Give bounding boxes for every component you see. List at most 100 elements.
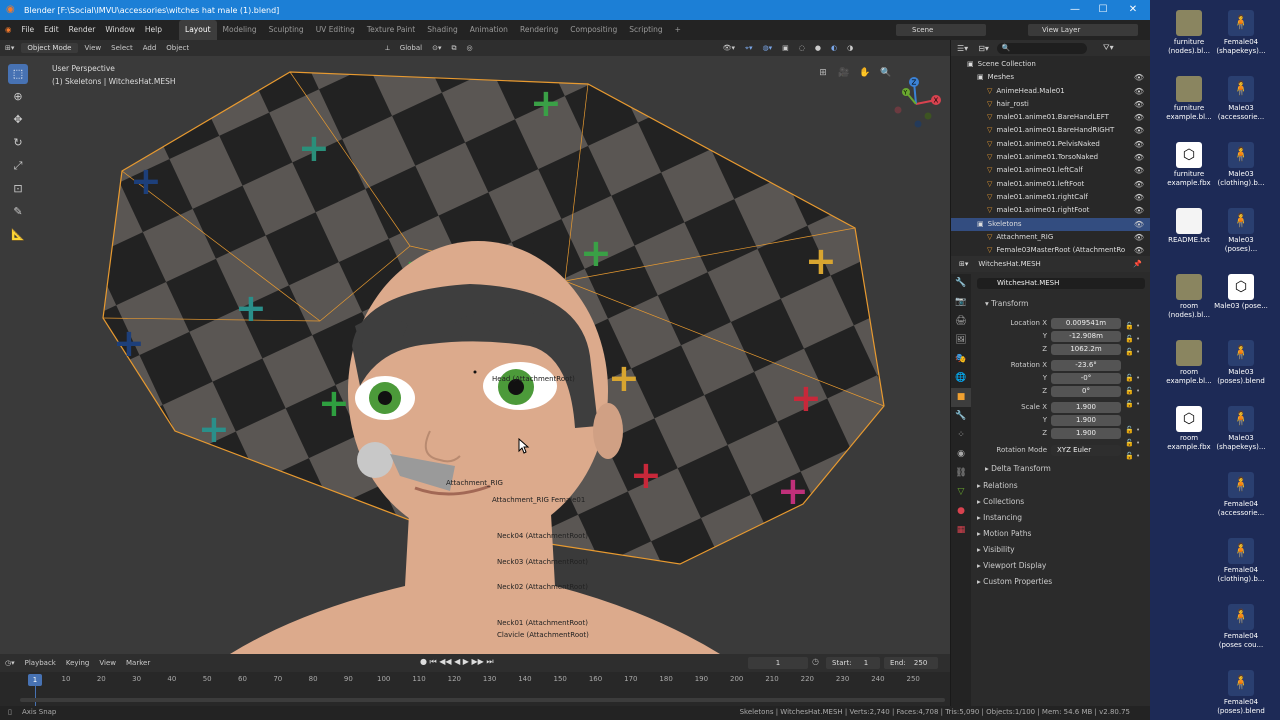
proportional-edit-icon[interactable]: ◎ bbox=[462, 44, 478, 52]
outliner-editor-icon[interactable]: ☰▾ bbox=[957, 44, 968, 53]
view-layer-tab-icon[interactable]: 🖼 bbox=[951, 331, 971, 350]
properties-panel-header[interactable]: ▸ Relations bbox=[973, 478, 1147, 494]
visibility-icon[interactable]: 👁▾ bbox=[718, 44, 740, 52]
workspace-tab-uv-editing[interactable]: UV Editing bbox=[310, 20, 361, 40]
properties-panel-header[interactable]: ▸ Collections bbox=[973, 494, 1147, 510]
timeline[interactable]: 10 20 30 40 50 60 70 80 90 100 110 120 130 140 150 160 1… bbox=[0, 672, 950, 706]
desktop-file-icon[interactable]: 🧍 Male03 (accessorie... bbox=[1212, 76, 1270, 121]
timeline-view-menu[interactable]: View bbox=[94, 659, 121, 667]
location-x-field[interactable]: 0.009541m bbox=[1051, 318, 1121, 329]
delta-transform-panel[interactable]: ▸ Delta Transform bbox=[973, 461, 1147, 477]
minimize-button[interactable]: — bbox=[1060, 0, 1090, 20]
scene-tab-icon[interactable]: 🎭 bbox=[951, 350, 971, 369]
cursor-tool-icon[interactable]: ⊕ bbox=[8, 87, 28, 107]
desktop-file-icon[interactable]: room example.bl... bbox=[1160, 340, 1218, 385]
object-name-field[interactable]: WitchesHat.MESH bbox=[977, 278, 1145, 289]
menu-edit[interactable]: Edit bbox=[39, 20, 64, 40]
outliner-row[interactable]: ▣ Skeletons 👁 bbox=[951, 217, 1150, 231]
properties-editor-icon[interactable]: ⊞▾ bbox=[959, 260, 968, 268]
filter-icon[interactable]: ⛛▾ bbox=[1103, 43, 1114, 53]
marker-menu[interactable]: Marker bbox=[121, 659, 155, 667]
outliner-row[interactable]: ▽ hair_rosti 👁 bbox=[951, 98, 1150, 111]
snap-icon[interactable]: ⧉ bbox=[447, 44, 462, 53]
workspace-tab-animation[interactable]: Animation bbox=[464, 20, 514, 40]
desktop-file-icon[interactable]: 🧍 Female04 (clothing).b... bbox=[1212, 538, 1270, 583]
outliner-row[interactable]: ▽ male01.anime01.rightFoot 👁 bbox=[951, 204, 1150, 217]
desktop-file-icon[interactable]: ⬡ furniture example.fbx bbox=[1160, 142, 1218, 187]
move-tool-icon[interactable]: ✥ bbox=[8, 110, 28, 130]
select-tool-icon[interactable]: ⬚ bbox=[8, 64, 28, 84]
pan-hand-icon[interactable]: ✋ bbox=[856, 64, 874, 82]
material-shading-icon[interactable]: ◐ bbox=[826, 44, 842, 52]
rotate-tool-icon[interactable]: ↻ bbox=[8, 133, 28, 153]
editor-type-icon[interactable]: ⊞▾ bbox=[0, 44, 19, 52]
workspace-tab-sculpting[interactable]: Sculpting bbox=[263, 20, 310, 40]
texture-tab-icon[interactable]: ▦ bbox=[951, 521, 971, 540]
visibility-eye-icon[interactable]: 👁 bbox=[1134, 124, 1144, 137]
orientation-dropdown[interactable]: Global bbox=[395, 44, 427, 52]
pin-icon[interactable]: 📌 bbox=[1133, 260, 1142, 268]
output-tab-icon[interactable]: 🖨 bbox=[951, 312, 971, 331]
properties-panel-header[interactable]: ▸ Custom Properties bbox=[973, 574, 1147, 590]
menu-help[interactable]: Help bbox=[140, 20, 167, 40]
desktop-file-icon[interactable]: 🧍 Male03 (shapekeys)... bbox=[1212, 406, 1270, 451]
render-tab-icon[interactable]: 📷 bbox=[951, 293, 971, 312]
mode-dropdown[interactable]: Object Mode bbox=[21, 43, 78, 53]
playhead[interactable]: 1 bbox=[28, 674, 42, 686]
rotation-mode-dropdown[interactable]: XYZ Euler bbox=[1051, 445, 1121, 456]
properties-panel-header[interactable]: ▸ Visibility bbox=[973, 542, 1147, 558]
xray-icon[interactable]: ▣ bbox=[777, 44, 794, 52]
rotation-x-field[interactable]: -23.6° bbox=[1051, 360, 1121, 371]
rotation-z-field[interactable]: 0° bbox=[1051, 386, 1121, 397]
keyframe-dots[interactable]: 🔓 • 🔓 • 🔓 • 🔓 • 🔓 • 🔓 • 🔓 • 🔓 • 🔓 • bbox=[1125, 320, 1140, 463]
visibility-eye-icon[interactable]: 👁 bbox=[1134, 178, 1144, 191]
world-tab-icon[interactable]: 🌐 bbox=[951, 369, 971, 388]
transform-panel-header[interactable]: ▾ Transform bbox=[973, 296, 1147, 312]
outliner-row[interactable]: ▽ AnimeHead.Male01 👁 bbox=[951, 85, 1150, 98]
select-menu[interactable]: Select bbox=[106, 44, 138, 52]
rendered-shading-icon[interactable]: ◑ bbox=[842, 44, 858, 52]
outliner-row[interactable]: ▽ male01.anime01.rightCalf 👁 bbox=[951, 191, 1150, 204]
workspace-tab-texture-paint[interactable]: Texture Paint bbox=[361, 20, 421, 40]
constraints-tab-icon[interactable]: ⛓ bbox=[951, 464, 971, 483]
solid-shading-icon[interactable]: ● bbox=[810, 44, 826, 52]
wireframe-shading-icon[interactable]: ◌ bbox=[794, 44, 810, 52]
outliner-row[interactable]: ▣ Meshes 👁 bbox=[951, 71, 1150, 84]
desktop-file-icon[interactable]: 🧍 Male03 (clothing).b... bbox=[1212, 142, 1270, 187]
visibility-eye-icon[interactable]: 👁 bbox=[1134, 231, 1144, 244]
desktop-file-icon[interactable]: 🧍 Male03 (poses)... bbox=[1212, 208, 1270, 253]
camera-view-icon[interactable]: 🎥 bbox=[835, 64, 853, 82]
desktop-file-icon[interactable]: README.txt bbox=[1160, 208, 1218, 245]
playback-menu[interactable]: Playback bbox=[20, 659, 61, 667]
outliner-row[interactable]: ▣ Scene Collection bbox=[951, 58, 1150, 71]
properties-panel-header[interactable]: ▸ Motion Paths bbox=[973, 526, 1147, 542]
data-tab-icon[interactable]: ▽ bbox=[951, 483, 971, 502]
desktop-file-icon[interactable]: ⬡ room example.fbx bbox=[1160, 406, 1218, 451]
object-menu[interactable]: Object bbox=[161, 44, 194, 52]
visibility-eye-icon[interactable]: 👁 bbox=[1134, 204, 1144, 217]
overlay-toggle-icon[interactable]: ◍▾ bbox=[758, 44, 778, 52]
scale-tool-icon[interactable]: ⤢ bbox=[8, 156, 28, 176]
outliner-row[interactable]: ▽ male01.anime01.BareHandLEFT 👁 bbox=[951, 111, 1150, 124]
gizmo-toggle-icon[interactable]: ⌖▾ bbox=[740, 44, 757, 53]
rotation-y-field[interactable]: -0° bbox=[1051, 373, 1121, 384]
visibility-eye-icon[interactable]: 👁 bbox=[1134, 164, 1144, 177]
view-layer-selector[interactable]: View Layer bbox=[1028, 24, 1138, 36]
workspace-tab-rendering[interactable]: Rendering bbox=[514, 20, 564, 40]
outliner-row[interactable]: ▽ male01.anime01.BareHandRIGHT 👁 bbox=[951, 124, 1150, 137]
properties-panel-header[interactable]: ▸ Viewport Display bbox=[973, 558, 1147, 574]
desktop-file-icon[interactable]: ⬡ Male03 (pose... bbox=[1212, 274, 1270, 311]
desktop-file-icon[interactable]: furniture example.bl... bbox=[1160, 76, 1218, 121]
visibility-eye-icon[interactable]: 👁 bbox=[1134, 151, 1144, 164]
outliner-row[interactable]: ▽ male01.anime01.leftCalf 👁 bbox=[951, 164, 1150, 177]
outliner-search-input[interactable]: 🔍 bbox=[996, 42, 1087, 54]
visibility-eye-icon[interactable]: 👁 bbox=[1134, 218, 1144, 231]
material-tab-icon[interactable]: ● bbox=[951, 502, 971, 521]
properties-panel-header[interactable]: ▸ Instancing bbox=[973, 510, 1147, 526]
transform-tool-icon[interactable]: ⊡ bbox=[8, 179, 28, 199]
add-workspace-button[interactable]: + bbox=[669, 20, 687, 40]
desktop-file-icon[interactable]: room (nodes).bl... bbox=[1160, 274, 1218, 319]
menu-render[interactable]: Render bbox=[64, 20, 101, 40]
desktop-file-icon[interactable]: 🧍 Female04 (accessorie... bbox=[1212, 472, 1270, 517]
blender-menu-icon[interactable]: ◉ bbox=[0, 20, 17, 40]
